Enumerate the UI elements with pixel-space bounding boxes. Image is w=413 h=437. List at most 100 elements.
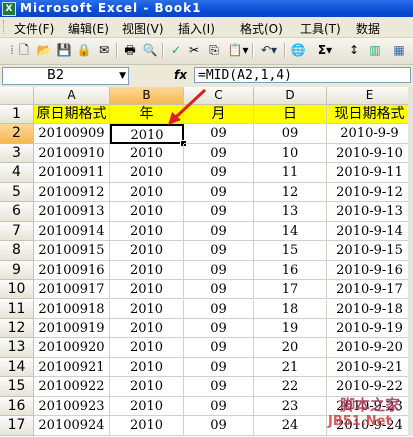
active-cell[interactable]: 2010 bbox=[110, 124, 184, 144]
row-header-12[interactable]: 12 bbox=[0, 318, 34, 339]
table-cell[interactable]: 16 bbox=[254, 260, 327, 281]
table-cell[interactable]: 2010-9-11 bbox=[327, 163, 413, 183]
table-cell[interactable]: 14 bbox=[254, 221, 327, 242]
table-cell[interactable]: 24 bbox=[254, 416, 327, 436]
row-header-15[interactable]: 15 bbox=[0, 377, 34, 397]
menu-data[interactable]: 数据 bbox=[356, 20, 380, 37]
table-cell[interactable]: 13 bbox=[254, 202, 327, 222]
row-header-14[interactable]: 14 bbox=[0, 357, 34, 378]
table-cell[interactable]: 2010 bbox=[110, 416, 184, 436]
print-preview-icon[interactable]: 🔍 bbox=[142, 42, 158, 58]
table-cell[interactable]: 20100912 bbox=[34, 182, 110, 203]
select-all-corner[interactable] bbox=[0, 87, 34, 105]
row-header-2[interactable]: 2 bbox=[0, 124, 34, 144]
table-cell[interactable]: 20100910 bbox=[34, 143, 110, 164]
table-cell[interactable]: 20100918 bbox=[34, 299, 110, 319]
row-header-11[interactable]: 11 bbox=[0, 299, 34, 319]
undo-icon[interactable]: ↶▾ bbox=[258, 42, 280, 58]
menu-tools[interactable]: 工具(T) bbox=[300, 20, 341, 37]
table-cell[interactable]: 2010 bbox=[110, 143, 184, 164]
table-cell[interactable]: 2010 bbox=[110, 202, 184, 222]
email-icon[interactable]: ✉ bbox=[96, 42, 112, 58]
menu-format[interactable]: 格式(O) bbox=[240, 20, 283, 37]
row-header-17[interactable]: 17 bbox=[0, 416, 34, 436]
menu-edit[interactable]: 编辑(E) bbox=[68, 20, 109, 37]
table-cell[interactable]: 2010 bbox=[110, 163, 184, 183]
table-cell[interactable]: 09 bbox=[184, 124, 254, 144]
table-cell[interactable]: 2010-9-12 bbox=[327, 182, 413, 203]
table-cell[interactable]: 09 bbox=[184, 241, 254, 261]
table-cell[interactable]: 20100921 bbox=[34, 357, 110, 378]
table-cell[interactable]: 2010 bbox=[110, 280, 184, 300]
table-cell[interactable]: 2010-9-21 bbox=[327, 357, 413, 378]
header-cell[interactable]: 原日期格式 bbox=[34, 105, 110, 125]
table-cell[interactable]: 20100911 bbox=[34, 163, 110, 183]
copy-icon[interactable]: ⎘ bbox=[206, 42, 222, 58]
open-icon[interactable]: 📂 bbox=[36, 42, 52, 58]
table-cell[interactable]: 2010 bbox=[110, 377, 184, 397]
table-cell[interactable]: 20100924 bbox=[34, 416, 110, 436]
row-header-9[interactable]: 9 bbox=[0, 260, 34, 281]
paste-icon[interactable]: 📋▾ bbox=[226, 42, 250, 58]
row-header-1[interactable]: 1 bbox=[0, 105, 34, 125]
table-cell[interactable]: 2010-9-10 bbox=[327, 143, 413, 164]
table-cell[interactable]: 09 bbox=[184, 318, 254, 339]
row-header-7[interactable]: 7 bbox=[0, 221, 34, 242]
table-cell[interactable]: 21 bbox=[254, 357, 327, 378]
table-cell[interactable]: 2010 bbox=[110, 241, 184, 261]
column-header-e[interactable]: E bbox=[327, 87, 413, 105]
column-header-b[interactable]: B bbox=[110, 87, 184, 105]
header-cell[interactable]: 日 bbox=[254, 105, 327, 125]
table-cell[interactable]: 20100913 bbox=[34, 202, 110, 222]
table-cell[interactable]: 12 bbox=[254, 182, 327, 203]
new-icon[interactable]: 🗋 bbox=[16, 42, 32, 58]
table-cell[interactable]: 2010-9-17 bbox=[327, 280, 413, 300]
table-cell[interactable]: 20100915 bbox=[34, 241, 110, 261]
table-cell[interactable]: 2010 bbox=[110, 318, 184, 339]
spelling-icon[interactable]: ✓ bbox=[168, 42, 184, 58]
table-cell[interactable]: 10 bbox=[254, 143, 327, 164]
menu-view[interactable]: 视图(V) bbox=[122, 20, 164, 37]
table-cell[interactable]: 09 bbox=[184, 338, 254, 358]
row-header-10[interactable]: 10 bbox=[0, 280, 34, 300]
table-cell[interactable]: 2010-9-18 bbox=[327, 299, 413, 319]
table-cell[interactable]: 2010 bbox=[110, 221, 184, 242]
table-cell[interactable]: 2010-9-13 bbox=[327, 202, 413, 222]
table-cell[interactable]: 2010-9-19 bbox=[327, 318, 413, 339]
table-cell[interactable]: 09 bbox=[184, 202, 254, 222]
table-cell[interactable]: 23 bbox=[254, 396, 327, 417]
table-cell[interactable]: 09 bbox=[184, 280, 254, 300]
row-header-8[interactable]: 8 bbox=[0, 241, 34, 261]
table-cell[interactable]: 09 bbox=[184, 299, 254, 319]
print-icon[interactable]: 🖶 bbox=[122, 42, 138, 58]
table-cell[interactable]: 09 bbox=[184, 416, 254, 436]
row-header-3[interactable]: 3 bbox=[0, 143, 34, 164]
menu-insert[interactable]: 插入(I) bbox=[178, 20, 215, 37]
table-cell[interactable]: 09 bbox=[184, 221, 254, 242]
table-cell[interactable]: 2010 bbox=[110, 260, 184, 281]
row-header-13[interactable]: 13 bbox=[0, 338, 34, 358]
header-cell[interactable]: 现日期格式 bbox=[327, 105, 413, 125]
cut-icon[interactable]: ✂ bbox=[186, 42, 202, 58]
table-cell[interactable]: 2010-9-9 bbox=[327, 124, 413, 144]
table-cell[interactable]: 11 bbox=[254, 163, 327, 183]
column-header-c[interactable]: C bbox=[184, 87, 254, 105]
table-cell[interactable]: 2010-9-20 bbox=[327, 338, 413, 358]
table-cell[interactable]: 2010-9-14 bbox=[327, 221, 413, 242]
row-header-5[interactable]: 5 bbox=[0, 182, 34, 203]
table-cell[interactable]: 09 bbox=[184, 357, 254, 378]
table-cell[interactable]: 2010 bbox=[110, 338, 184, 358]
chevron-down-icon[interactable]: ▼ bbox=[119, 68, 126, 84]
insert-function-icon[interactable]: fx bbox=[174, 68, 187, 82]
table-cell[interactable]: 19 bbox=[254, 318, 327, 339]
autosum-icon[interactable]: Σ▾ bbox=[314, 42, 336, 58]
column-header-a[interactable]: A bbox=[34, 87, 110, 105]
table-cell[interactable]: 20100923 bbox=[34, 396, 110, 417]
header-cell[interactable]: 年 bbox=[110, 105, 184, 125]
table-cell[interactable]: 20100919 bbox=[34, 318, 110, 339]
table-cell[interactable]: 20100909 bbox=[34, 124, 110, 144]
chart-wizard-icon[interactable]: ▥ bbox=[366, 42, 384, 58]
table-cell[interactable]: 2010-9-16 bbox=[327, 260, 413, 281]
hyperlink-icon[interactable]: 🌐 bbox=[290, 42, 306, 58]
table-cell[interactable]: 20100916 bbox=[34, 260, 110, 281]
